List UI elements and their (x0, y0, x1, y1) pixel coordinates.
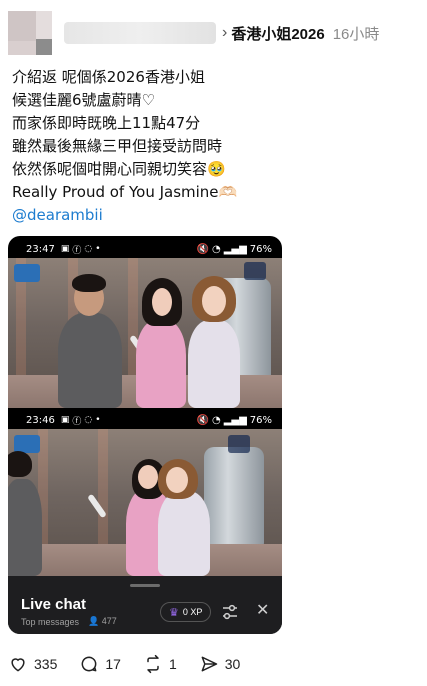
heart-icon (11, 658, 25, 672)
status-time: 23:46 (26, 414, 55, 426)
video-frame-top (8, 258, 282, 408)
post-line: 介紹返 呢個係2026香港小姐 (12, 68, 205, 86)
viewer-count-value: 477 (101, 616, 117, 626)
post-media-image[interactable]: 23:47 ▣ ⓕ ◌ • 🔇 ◔ ▂▄▆ 76% 23:46 ▣ ⓕ ◌ • … (8, 236, 282, 634)
wifi-icon: ◔ (211, 243, 221, 255)
dot-icon: • (95, 415, 101, 425)
repost-button[interactable]: 1 (143, 654, 177, 674)
post-line: 而家係即時既晚上11點47分 (12, 114, 201, 132)
action-bar: 335 17 1 30 (8, 652, 262, 676)
avatar[interactable] (8, 11, 52, 55)
video-frame-bottom (8, 429, 282, 576)
username-redacted[interactable] (64, 22, 216, 44)
post-line: 候選佳麗6號盧蔚晴♡ (12, 91, 155, 109)
mute-icon: 🔇 (196, 243, 209, 255)
status-time: 23:47 (26, 243, 55, 255)
share-count: 30 (224, 656, 241, 672)
battery-level: 76% (249, 243, 272, 255)
wifi-icon: ◔ (211, 414, 221, 426)
live-chat-title[interactable]: Live chat (21, 596, 86, 613)
top-messages-label[interactable]: Top messages (21, 617, 79, 627)
whatsapp-icon: ◌ (84, 244, 93, 254)
gallery-icon: ▣ (60, 415, 70, 425)
signal-icon: ▂▄▆ (223, 243, 247, 255)
dot-icon: • (95, 244, 101, 254)
crown-icon: ♛ (169, 606, 179, 619)
like-count: 335 (34, 656, 58, 672)
post-line: 依然係呢個咁開心同親切笑容🥹 (12, 160, 226, 178)
viewer-count: 👤 477 (88, 616, 117, 627)
post-line: Really Proud of You Jasmine🫶🏻 (12, 183, 238, 201)
reply-button[interactable]: 17 (79, 654, 121, 674)
mention-link[interactable]: @dearambii (12, 204, 417, 227)
drag-handle[interactable] (130, 584, 160, 587)
live-chat-bar: Live chat Top messages 👤 477 ♛ 0 XP ✕ (8, 576, 282, 634)
xp-label: 0 XP (182, 607, 203, 617)
post-body: 介紹返 呢個係2026香港小姐 候選佳麗6號盧蔚晴♡ 而家係即時既晚上11點47… (12, 66, 417, 227)
close-icon[interactable]: ✕ (256, 603, 269, 619)
facebook-icon: ⓕ (72, 416, 82, 427)
post-header: › 香港小姐2026 16小時 (8, 10, 417, 56)
facebook-icon: ⓕ (72, 245, 82, 256)
mute-icon: 🔇 (196, 414, 209, 426)
like-button[interactable]: 335 (8, 654, 57, 674)
status-bar-bottom: 23:46 ▣ ⓕ ◌ • 🔇 ◔ ▂▄▆ 76% (8, 409, 282, 431)
post-line: 雖然最後無緣三甲但接受訪問時 (12, 137, 223, 155)
status-bar-top: 23:47 ▣ ⓕ ◌ • 🔇 ◔ ▂▄▆ 76% (8, 238, 282, 260)
repost-count: 1 (168, 656, 177, 672)
repost-icon (147, 654, 159, 674)
community-name[interactable]: 香港小姐2026 (231, 23, 324, 44)
send-icon (201, 656, 217, 672)
chevron-right-icon: › (222, 24, 228, 41)
reply-count: 17 (105, 656, 121, 672)
comment-icon (81, 656, 97, 672)
xp-button[interactable]: ♛ 0 XP (160, 602, 212, 622)
settings-sliders-icon[interactable] (222, 604, 238, 620)
post-timestamp: 16小時 (332, 25, 380, 43)
share-button[interactable]: 30 (199, 654, 241, 674)
battery-level: 76% (249, 414, 272, 426)
whatsapp-icon: ◌ (84, 415, 93, 425)
signal-icon: ▂▄▆ (223, 414, 247, 426)
gallery-icon: ▣ (60, 244, 70, 254)
person-icon: 👤 (88, 616, 100, 626)
